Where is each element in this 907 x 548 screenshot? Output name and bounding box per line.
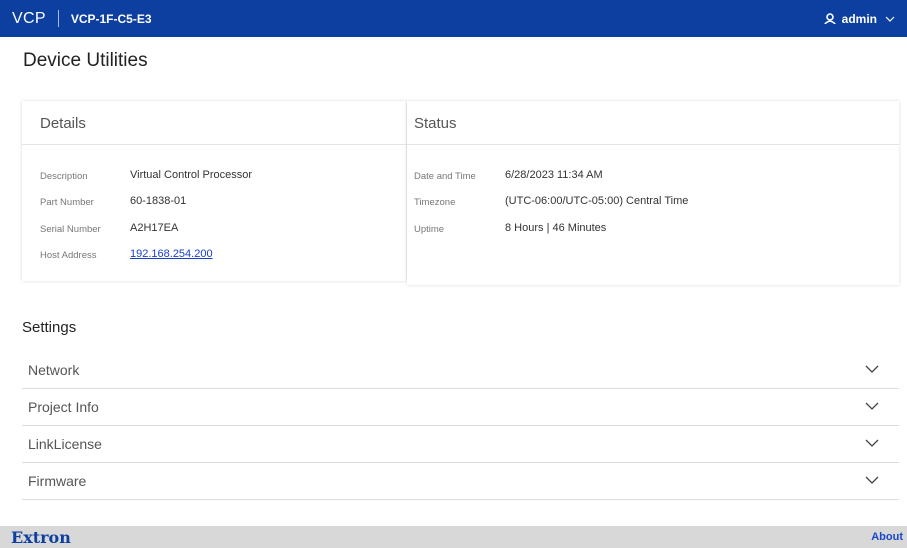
part-number-value: 60-1838-01: [130, 195, 187, 207]
header-divider: [57, 10, 59, 27]
user-name: admin: [841, 11, 877, 26]
serial-number-value: A2H17EA: [130, 222, 179, 234]
details-heading: Details: [22, 101, 406, 145]
status-label: Uptime: [414, 224, 445, 235]
chevron-down-icon: [865, 402, 879, 410]
user-menu[interactable]: admin: [823, 0, 895, 37]
section-label: LinkLicense: [28, 436, 102, 452]
status-card: Status Date and Time 6/28/2023 11:34 AM …: [407, 101, 899, 285]
settings-section-project-info[interactable]: Project Info: [22, 389, 899, 426]
status-label: Timezone: [414, 197, 456, 208]
details-label: Host Address: [40, 250, 97, 261]
extron-logo: Extron: [11, 528, 71, 547]
uptime-value: 8 Hours | 46 Minutes: [505, 222, 607, 234]
main-content: Details Description Virtual Control Proc…: [0, 81, 907, 526]
settings-section-network[interactable]: Network: [22, 352, 899, 389]
page-title: Device Utilities: [23, 50, 148, 71]
chevron-down-icon: [885, 16, 895, 22]
details-label: Description: [40, 171, 88, 182]
host-address-link[interactable]: 192.168.254.200: [130, 248, 213, 260]
device-name: VCP-1F-C5-E3: [70, 11, 152, 26]
section-label: Firmware: [28, 473, 87, 489]
details-card: Details Description Virtual Control Proc…: [22, 101, 406, 281]
chevron-down-icon: [865, 439, 879, 447]
description-value: Virtual Control Processor: [130, 169, 253, 181]
user-icon: [823, 13, 836, 24]
chevron-down-icon: [865, 365, 879, 373]
app-brand: VCP: [12, 9, 46, 27]
about-link[interactable]: About: [871, 531, 903, 543]
date-time-value: 6/28/2023 11:34 AM: [505, 169, 603, 181]
settings-section-firmware[interactable]: Firmware: [22, 463, 899, 500]
status-label: Date and Time: [414, 171, 476, 182]
section-label: Network: [28, 362, 80, 378]
timezone-value: (UTC-06:00/UTC-05:00) Central Time: [505, 195, 689, 207]
footer-bar: Extron About: [0, 526, 907, 548]
page-title-bar: Device Utilities: [0, 37, 907, 81]
top-navigation-bar: VCP VCP-1F-C5-E3 admin: [0, 0, 907, 37]
settings-heading: Settings: [22, 319, 77, 336]
chevron-down-icon: [865, 476, 879, 484]
status-heading: Status: [407, 101, 899, 145]
details-label: Part Number: [40, 197, 94, 208]
section-label: Project Info: [28, 399, 99, 415]
details-label: Serial Number: [40, 224, 101, 235]
settings-section-linklicense[interactable]: LinkLicense: [22, 426, 899, 463]
